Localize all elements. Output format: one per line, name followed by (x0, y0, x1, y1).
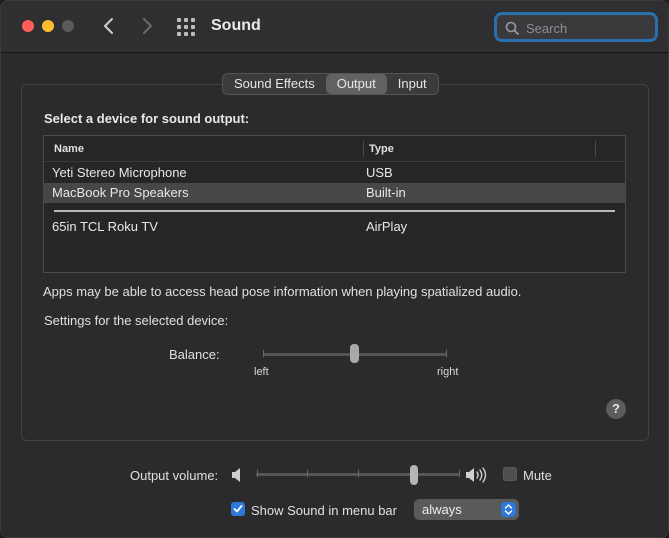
output-volume-label: Output volume: (130, 468, 219, 483)
device-name: Yeti Stereo Microphone (52, 165, 187, 180)
table-header: Name Type (44, 136, 625, 162)
mute-checkbox[interactable] (503, 467, 517, 481)
speaker-low-icon (231, 466, 247, 487)
balance-tick (446, 350, 447, 357)
close-button[interactable] (22, 20, 34, 32)
forward-button[interactable] (135, 14, 159, 38)
volume-tick (358, 470, 359, 477)
spatial-audio-info: Apps may be able to access head pose inf… (43, 284, 522, 299)
table-row[interactable]: 65in TCL Roku TV AirPlay (44, 217, 625, 237)
column-divider (595, 141, 596, 157)
output-volume-knob[interactable] (410, 465, 418, 485)
balance-tick (263, 350, 264, 357)
popup-arrows (501, 502, 516, 517)
device-settings-label: Settings for the selected device: (44, 313, 229, 328)
table-row-selected[interactable]: MacBook Pro Speakers Built-in (44, 183, 625, 203)
search-field[interactable] (494, 12, 658, 42)
help-button[interactable]: ? (606, 399, 626, 419)
device-name: 65in TCL Roku TV (52, 219, 158, 234)
tab-output[interactable]: Output (325, 74, 387, 94)
airplay-divider (54, 210, 615, 212)
chevron-up-down-icon (504, 504, 513, 515)
output-device-table: Name Type Yeti Stereo Microphone USB Mac… (43, 135, 626, 273)
volume-tick (459, 470, 460, 477)
minimize-button[interactable] (42, 20, 54, 32)
tab-input[interactable]: Input (387, 74, 438, 94)
balance-slider-knob[interactable] (350, 344, 359, 363)
balance-label: Balance: (169, 347, 220, 362)
tab-bar: Sound Effects Output Input (222, 73, 439, 95)
select-device-label: Select a device for sound output: (44, 111, 250, 126)
device-name: MacBook Pro Speakers (52, 185, 189, 200)
device-type: Built-in (366, 185, 406, 200)
chevron-right-icon (143, 18, 152, 34)
back-button[interactable] (97, 14, 121, 38)
checkmark-icon (233, 505, 243, 513)
mute-label[interactable]: Mute (523, 468, 552, 483)
tab-sound-effects[interactable]: Sound Effects (223, 74, 326, 94)
sound-preferences-window: Sound Sound Effects Output Input Select … (0, 0, 669, 538)
show-in-menubar-label[interactable]: Show Sound in menu bar (251, 503, 397, 518)
popup-selected-value: always (422, 502, 462, 517)
balance-right-label: right (437, 366, 459, 378)
grid-icon (177, 18, 195, 36)
show-in-menubar-checkbox[interactable] (231, 502, 245, 516)
zoom-button[interactable] (62, 20, 74, 32)
chevron-left-icon (104, 18, 113, 34)
volume-tick (257, 470, 258, 477)
column-header-type[interactable]: Type (369, 143, 394, 155)
column-divider (363, 141, 364, 157)
device-type: AirPlay (366, 219, 408, 234)
titlebar: Sound (1, 1, 668, 53)
show-all-button[interactable] (177, 18, 195, 36)
window-title: Sound (211, 17, 261, 34)
balance-left-label: left (254, 366, 269, 378)
device-type: USB (366, 165, 393, 180)
volume-tick (307, 470, 308, 477)
column-header-name[interactable]: Name (54, 143, 84, 155)
table-row[interactable]: Yeti Stereo Microphone USB (44, 163, 625, 183)
speaker-high-icon (465, 466, 491, 487)
menubar-visibility-popup[interactable]: always (414, 499, 519, 520)
search-icon (505, 21, 519, 35)
search-input[interactable] (526, 18, 646, 38)
